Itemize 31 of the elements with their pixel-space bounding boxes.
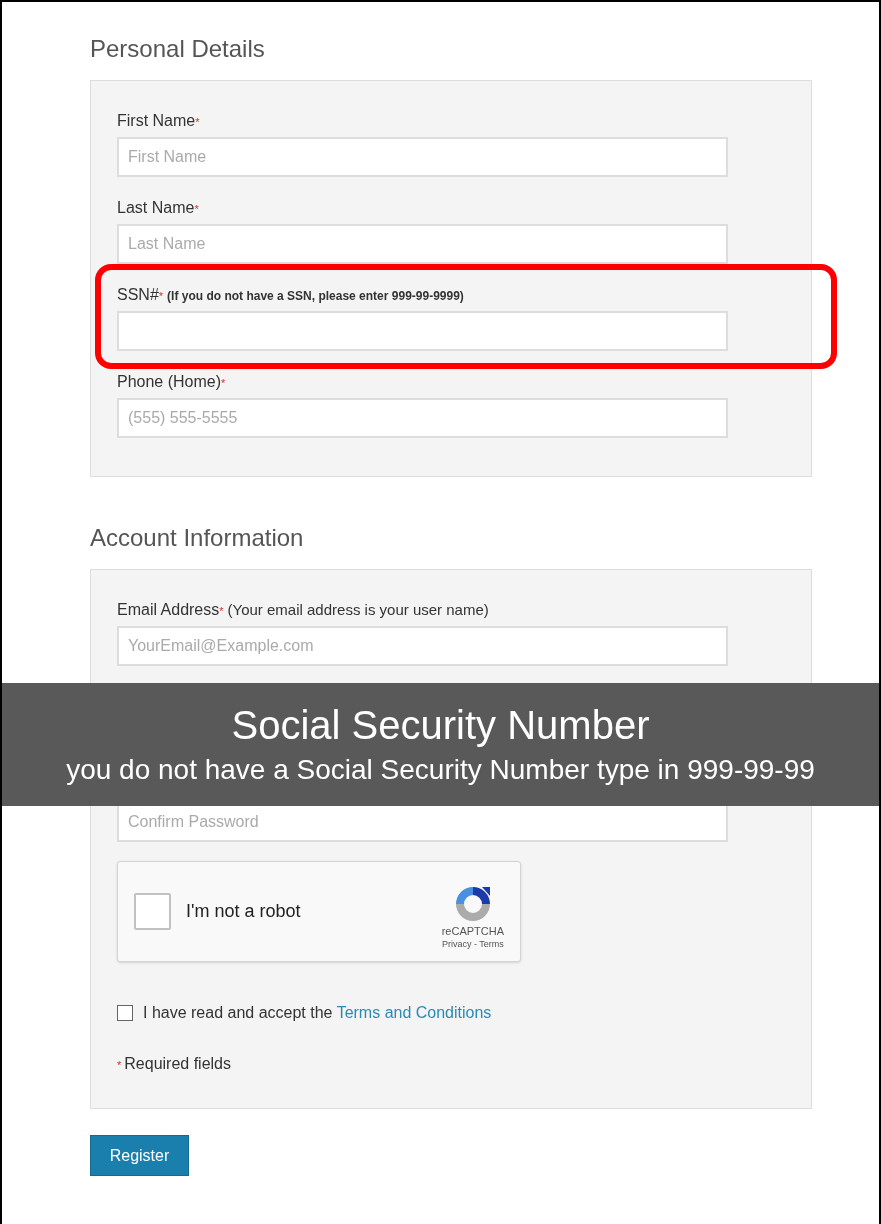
- text-input[interactable]: [117, 311, 728, 351]
- field-label: Phone (Home): [117, 372, 222, 392]
- required-asterisk: *: [158, 290, 164, 304]
- required-asterisk: *: [194, 203, 199, 217]
- field-label: Email Address: [117, 600, 220, 620]
- field-label: SSN#: [117, 285, 159, 305]
- banner-text: you do not have a Social Security Number type in 999-99-99: [66, 752, 815, 787]
- captcha-checkbox[interactable]: [134, 893, 171, 930]
- register-button[interactable]: Register: [90, 1135, 189, 1176]
- captcha-label: I'm not a robot: [186, 900, 302, 923]
- required-note: Required fields: [124, 1054, 231, 1074]
- text-input[interactable]: (555) 555-5555: [117, 398, 728, 438]
- required-asterisk: *: [221, 377, 226, 389]
- terms-checkbox[interactable]: [117, 1005, 133, 1021]
- section-title: Account Information: [90, 523, 305, 553]
- captcha-links[interactable]: Privacy - Terms: [441, 938, 504, 950]
- terms-text: I have read and accept the Terms and Conditions: [143, 1003, 492, 1023]
- field-note: (Your email address is your user name): [227, 600, 489, 620]
- text-input[interactable]: Last Name: [117, 224, 728, 264]
- field-note: (If you do not have a SSN, please enter 999-99-9999): [167, 288, 464, 305]
- required-asterisk: *: [195, 116, 200, 130]
- field-label: Last Name: [117, 198, 195, 218]
- required-asterisk: *: [117, 1058, 122, 1073]
- terms-link[interactable]: Terms and Conditions: [336, 1004, 492, 1021]
- text-input[interactable]: YourEmail@Example.com: [117, 626, 728, 666]
- field-label: First Name: [117, 111, 196, 131]
- required-asterisk: *: [219, 605, 224, 619]
- captcha-brand: reCAPTCHA: [441, 925, 504, 939]
- section-title: Personal Details: [90, 34, 266, 64]
- text-input[interactable]: First Name: [117, 137, 728, 177]
- banner-title: Social Security Number: [231, 701, 650, 749]
